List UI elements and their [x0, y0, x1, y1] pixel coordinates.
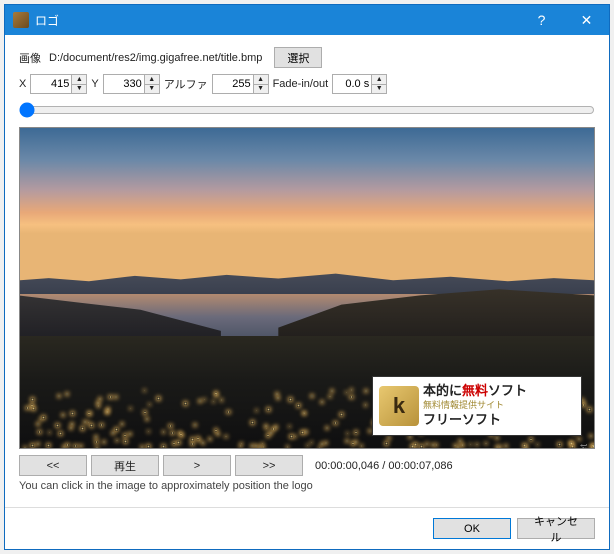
alpha-label: アルファ — [164, 76, 208, 92]
x-spinner[interactable]: ▲▼ — [72, 74, 87, 94]
help-button[interactable]: ? — [519, 5, 564, 35]
alpha-spinner[interactable]: ▲▼ — [254, 74, 269, 94]
cancel-button[interactable]: キャンセル — [517, 518, 595, 539]
app-icon — [13, 12, 29, 28]
watermark: gigafree.net — [579, 444, 590, 449]
logo-icon: k — [379, 386, 419, 426]
logo-overlay: k 本的に無料ソフト 無料情報提供サイト フリーソフト — [372, 376, 582, 436]
timeline-slider[interactable] — [19, 102, 595, 118]
step-button[interactable]: > — [163, 455, 231, 476]
window-title: ロゴ — [35, 12, 519, 29]
ok-button[interactable]: OK — [433, 518, 511, 539]
fast-forward-button[interactable]: >> — [235, 455, 303, 476]
select-button[interactable]: 選択 — [274, 47, 322, 68]
close-button[interactable]: ✕ — [564, 5, 609, 35]
timecode: 00:00:00,046 / 00:00:07,086 — [315, 460, 453, 472]
hint-text: You can click in the image to approximat… — [19, 480, 595, 492]
image-path: D:/document/res2/img.gigafree.net/title.… — [49, 52, 262, 64]
alpha-input[interactable] — [212, 74, 254, 94]
x-input[interactable] — [30, 74, 72, 94]
x-label: X — [19, 78, 26, 90]
fade-input[interactable] — [332, 74, 372, 94]
y-label: Y — [91, 78, 98, 90]
y-input[interactable] — [103, 74, 145, 94]
fade-label: Fade-in/out — [273, 78, 329, 90]
image-label: 画像 — [19, 50, 41, 66]
titlebar: ロゴ ? ✕ — [5, 5, 609, 35]
y-spinner[interactable]: ▲▼ — [145, 74, 160, 94]
fade-spinner[interactable]: ▲▼ — [372, 74, 387, 94]
rewind-button[interactable]: << — [19, 455, 87, 476]
preview-image[interactable]: k 本的に無料ソフト 無料情報提供サイト フリーソフト gigafree.net — [19, 127, 595, 449]
play-button[interactable]: 再生 — [91, 455, 159, 476]
dialog-window: ロゴ ? ✕ 画像 D:/document/res2/img.gigafree.… — [4, 4, 610, 550]
